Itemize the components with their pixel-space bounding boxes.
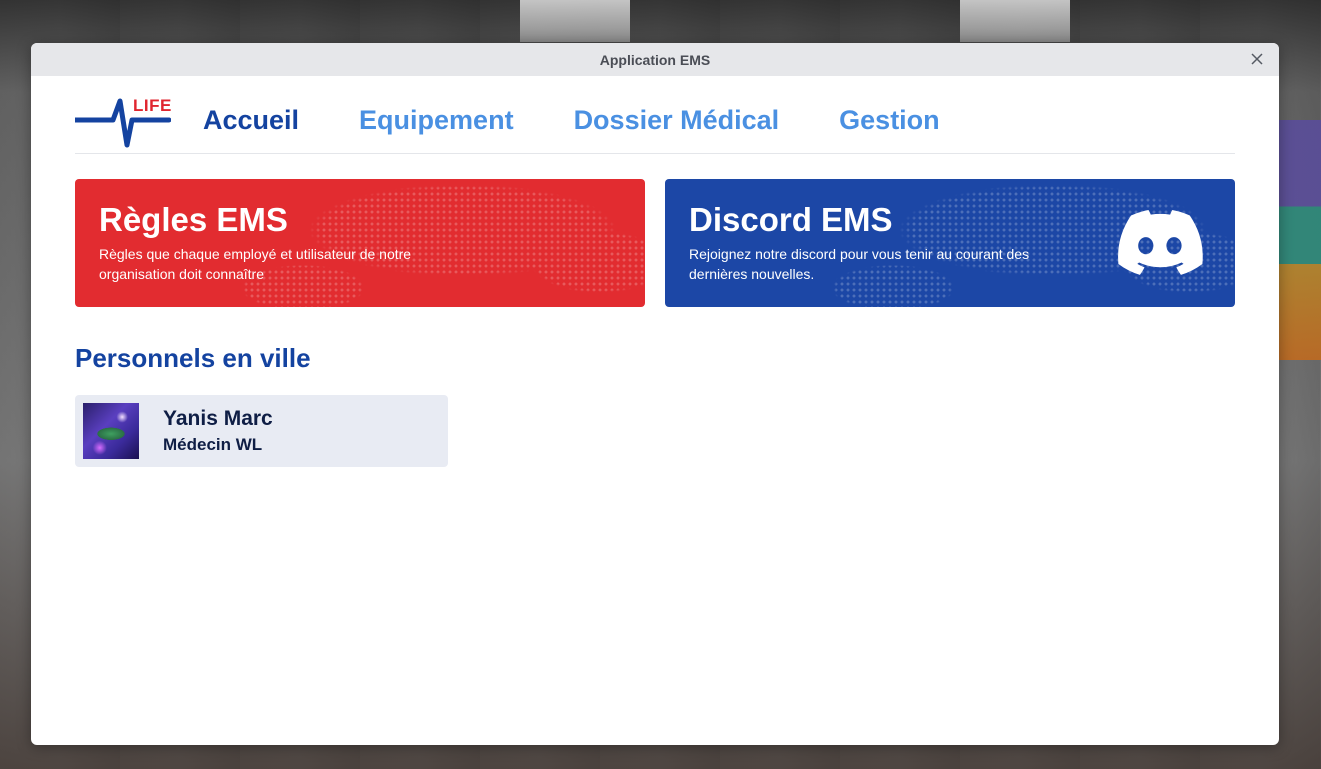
background-ceiling-light: [520, 0, 630, 42]
window-title: Application EMS: [599, 51, 711, 68]
staff-role: Médecin WL: [163, 435, 263, 454]
staff-member-card[interactable]: Yanis Marc Médecin WL: [75, 395, 448, 467]
tab-dossier-medical[interactable]: Dossier Médical: [574, 105, 780, 136]
avatar: [83, 403, 139, 459]
discord-card[interactable]: Discord EMS Rejoignez notre discord pour…: [665, 179, 1235, 307]
life-logo: LIFE: [72, 93, 172, 149]
tab-accueil[interactable]: Accueil: [203, 105, 299, 136]
ems-app-window: Application EMS LIFE Accueil Equipement …: [31, 43, 1279, 745]
rules-card-title: Règles EMS: [99, 201, 288, 238]
close-icon: [1251, 53, 1263, 65]
logo-text: LIFE: [133, 95, 172, 115]
title-bar: Application EMS: [31, 43, 1279, 76]
rules-card-description: Règles que chaque employé et utilisateur…: [99, 246, 412, 282]
personnel-heading: Personnels en ville: [75, 343, 311, 373]
tab-gestion[interactable]: Gestion: [839, 105, 940, 136]
discord-card-title: Discord EMS: [689, 201, 893, 238]
background-ceiling-light: [960, 0, 1070, 42]
rules-card[interactable]: Règles EMS Règles que chaque employé et …: [75, 179, 645, 307]
close-button[interactable]: [1249, 51, 1265, 67]
tab-equipement[interactable]: Equipement: [359, 105, 514, 136]
staff-name: Yanis Marc: [163, 407, 273, 430]
discord-card-description: Rejoignez notre discord pour vous tenir …: [689, 246, 1030, 282]
discord-icon: [1118, 210, 1203, 275]
main-navigation: LIFE Accueil Equipement Dossier Médical …: [72, 88, 1235, 154]
world-map-pattern: [75, 179, 645, 307]
